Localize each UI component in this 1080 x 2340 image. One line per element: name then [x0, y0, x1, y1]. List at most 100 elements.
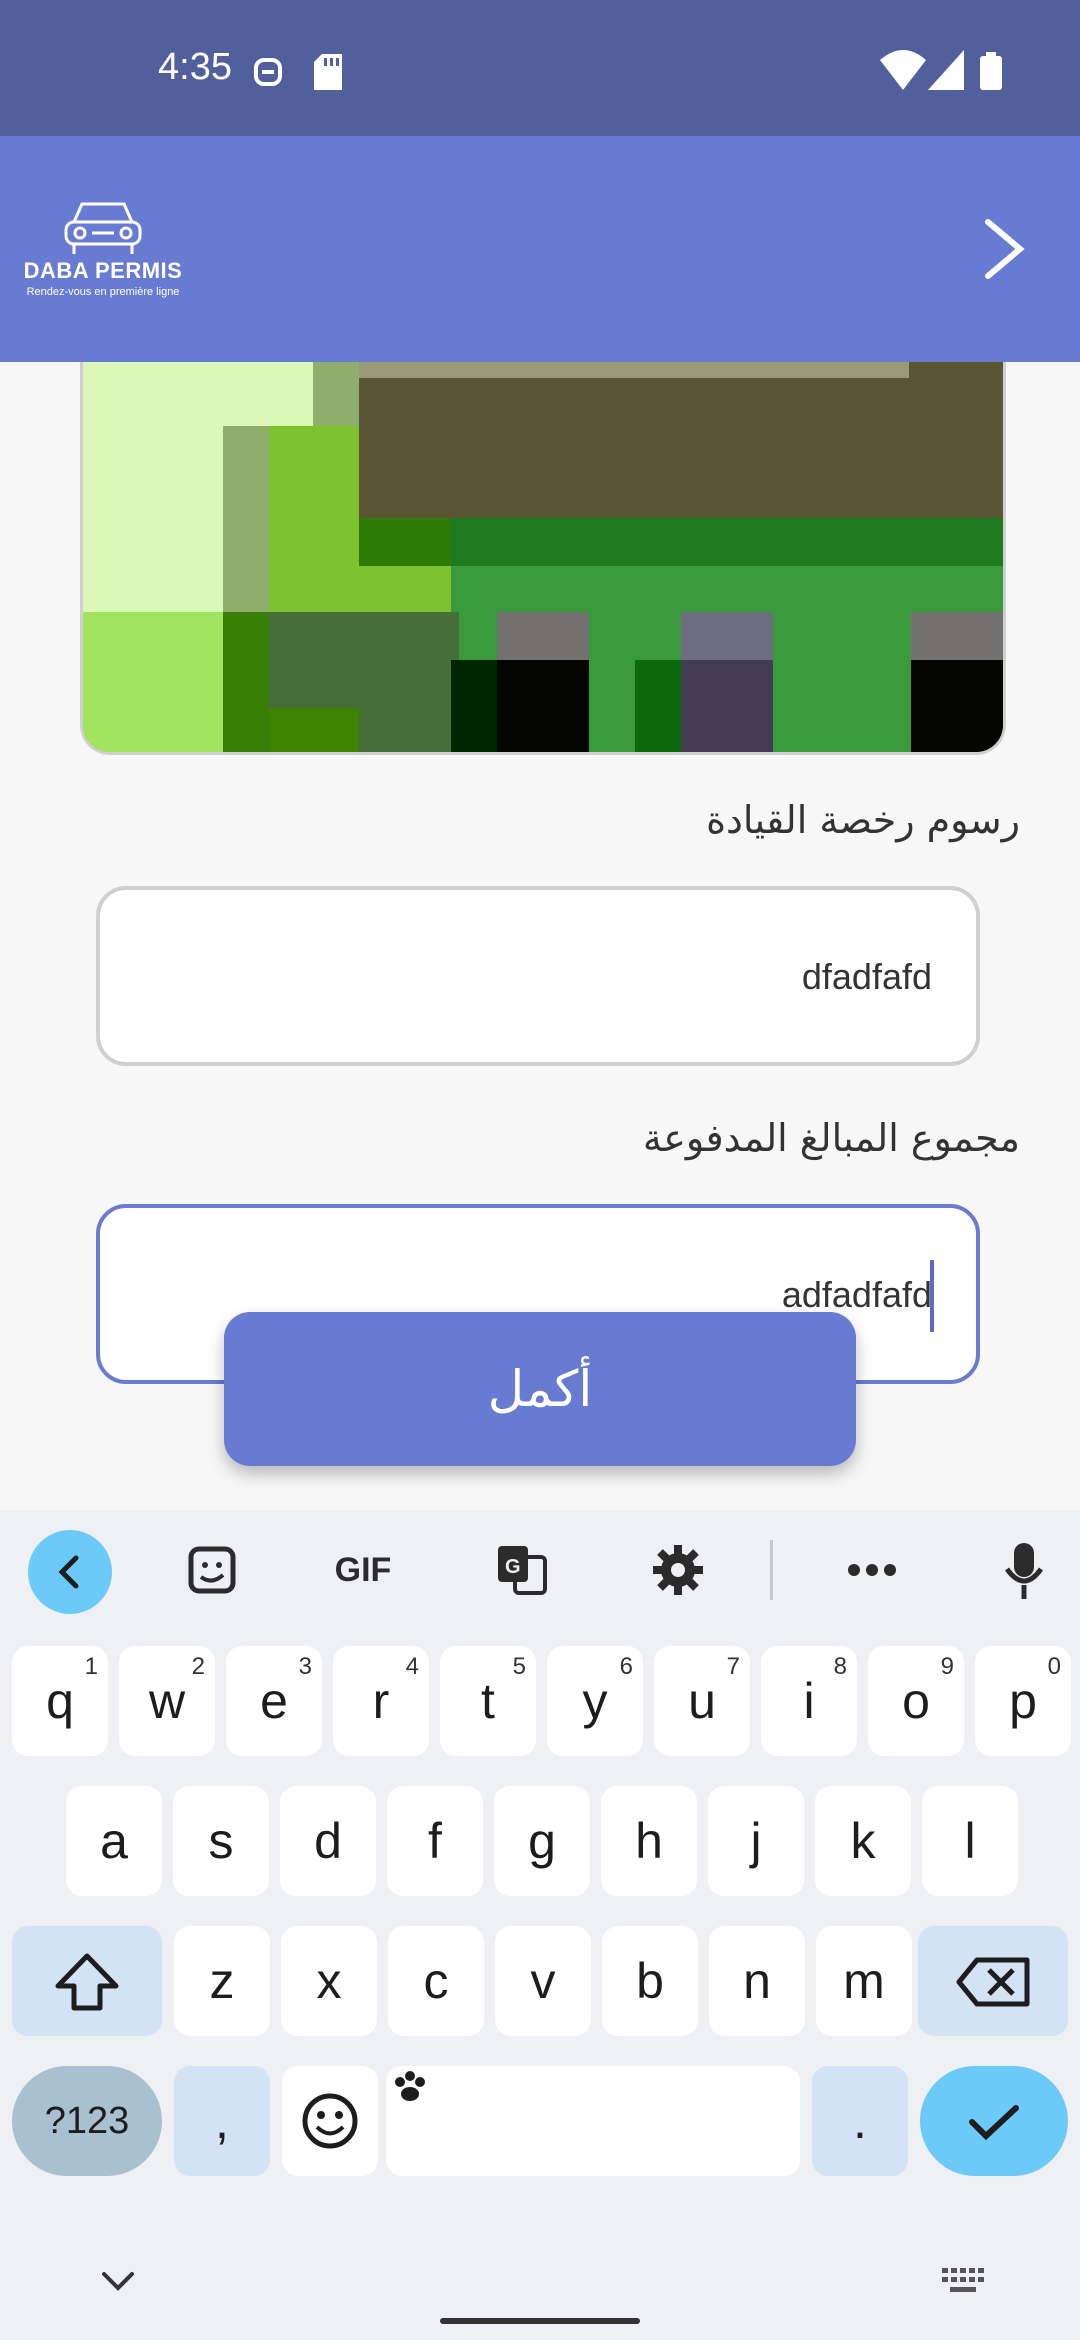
total-paid-label: مجموع المبالغ المدفوعة [642, 1116, 1020, 1160]
hide-keyboard-icon[interactable] [100, 2270, 136, 2294]
key-b[interactable]: b [602, 1926, 698, 2036]
key-j[interactable]: j [708, 1786, 804, 1896]
more-icon[interactable] [842, 1540, 902, 1600]
key-label: s [208, 1813, 234, 1869]
license-fee-label: رسوم رخصة القيادة [706, 798, 1020, 842]
key-label: p [1009, 1673, 1037, 1729]
key-t[interactable]: t5 [440, 1646, 536, 1756]
key-number-hint: 7 [726, 1653, 740, 1680]
emoji-key[interactable] [282, 2066, 378, 2176]
key-number-hint: 5 [512, 1653, 526, 1680]
key-label: i [803, 1673, 815, 1729]
key-label: t [481, 1673, 495, 1729]
key-i[interactable]: i8 [761, 1646, 857, 1756]
key-u[interactable]: u7 [654, 1646, 750, 1756]
key-x[interactable]: x [281, 1926, 377, 2036]
key-number-hint: 0 [1047, 1653, 1061, 1680]
key-l[interactable]: l [922, 1786, 1018, 1896]
key-label: k [850, 1813, 876, 1869]
face-status-icon [254, 58, 282, 86]
backspace-key[interactable] [918, 1926, 1068, 2036]
key-f[interactable]: f [387, 1786, 483, 1896]
key-label: v [530, 1953, 556, 2009]
key-number-hint: 9 [940, 1653, 954, 1680]
key-w[interactable]: w2 [119, 1646, 215, 1756]
key-e[interactable]: e3 [226, 1646, 322, 1756]
key-q[interactable]: q1 [12, 1646, 108, 1756]
image-mosaic [83, 362, 1003, 752]
key-label: j [750, 1813, 762, 1869]
battery-icon [980, 52, 1002, 90]
wifi-icon [880, 50, 926, 90]
key-label: w [148, 1673, 186, 1729]
key-number-hint: 4 [405, 1653, 419, 1680]
enter-key[interactable] [920, 2066, 1068, 2176]
paw-icon [395, 2071, 425, 2101]
key-label: c [423, 1953, 449, 2009]
key-c[interactable]: c [388, 1926, 484, 2036]
key-label: z [209, 1953, 235, 2009]
comma-key[interactable]: , [174, 2066, 270, 2176]
symbols-key[interactable]: ?123 [12, 2066, 162, 2176]
key-label: h [635, 1813, 663, 1869]
gif-icon[interactable]: GIF [318, 1540, 408, 1600]
total-paid-value: adfadfafd [781, 1274, 932, 1315]
car-logo-icon [64, 202, 142, 254]
license-fee-input[interactable]: dfadfafd [96, 886, 980, 1066]
key-d[interactable]: d [280, 1786, 376, 1896]
key-n[interactable]: n [709, 1926, 805, 2036]
text-cursor [930, 1260, 934, 1332]
key-m[interactable]: m [816, 1926, 912, 2036]
key-z[interactable]: z [174, 1926, 270, 2036]
key-label: d [314, 1813, 342, 1869]
mic-icon[interactable] [996, 1536, 1052, 1606]
key-label: r [372, 1673, 390, 1729]
key-r[interactable]: r4 [333, 1646, 429, 1756]
key-label: l [964, 1813, 976, 1869]
key-label: o [902, 1673, 930, 1729]
status-time: 4:35 [158, 46, 232, 88]
back-icon[interactable] [28, 1530, 112, 1614]
translate-icon[interactable]: G [492, 1538, 552, 1602]
key-g[interactable]: g [494, 1786, 590, 1896]
svg-text:G: G [505, 1556, 521, 1578]
key-number-hint: 8 [833, 1653, 847, 1680]
key-v[interactable]: v [495, 1926, 591, 2036]
key-label: u [688, 1673, 716, 1729]
key-label: g [528, 1813, 556, 1869]
key-a[interactable]: a [66, 1786, 162, 1896]
key-label: a [100, 1813, 128, 1869]
key-h[interactable]: h [601, 1786, 697, 1896]
home-indicator[interactable] [440, 2318, 640, 2324]
cell-signal-icon [928, 50, 964, 90]
key-label: e [260, 1673, 288, 1729]
key-label: y [582, 1673, 608, 1729]
key-label: q [46, 1673, 74, 1729]
key-s[interactable]: s [173, 1786, 269, 1896]
key-label: b [636, 1953, 664, 2009]
key-number-hint: 3 [298, 1653, 312, 1680]
settings-icon[interactable] [648, 1538, 708, 1602]
key-p[interactable]: p0 [975, 1646, 1071, 1756]
period-key[interactable]: . [812, 2066, 908, 2176]
shift-key[interactable] [12, 1926, 162, 2036]
image-preview [80, 362, 1006, 755]
key-label: n [743, 1953, 771, 2009]
keyboard: GIF G ?123 , . q1w2e3r4t5y6u7i8o9p0asdfg… [0, 1510, 1080, 2340]
key-label: f [428, 1813, 442, 1869]
logo-tagline: Rendez-vous en première ligne [26, 286, 180, 298]
sd-card-icon [314, 54, 342, 90]
key-o[interactable]: o9 [868, 1646, 964, 1756]
key-k[interactable]: k [815, 1786, 911, 1896]
space-key[interactable] [386, 2066, 800, 2176]
chevron-right-icon[interactable] [978, 216, 1032, 282]
key-y[interactable]: y6 [547, 1646, 643, 1756]
key-number-hint: 2 [191, 1653, 205, 1680]
logo-title: DABA PERMIS [23, 258, 183, 283]
app-header [0, 136, 1080, 362]
sticker-icon[interactable] [182, 1540, 242, 1600]
key-number-hint: 6 [619, 1653, 633, 1680]
complete-button[interactable]: أكمل [224, 1312, 856, 1466]
keyboard-switch-icon[interactable] [940, 2266, 986, 2296]
key-number-hint: 1 [84, 1653, 98, 1680]
